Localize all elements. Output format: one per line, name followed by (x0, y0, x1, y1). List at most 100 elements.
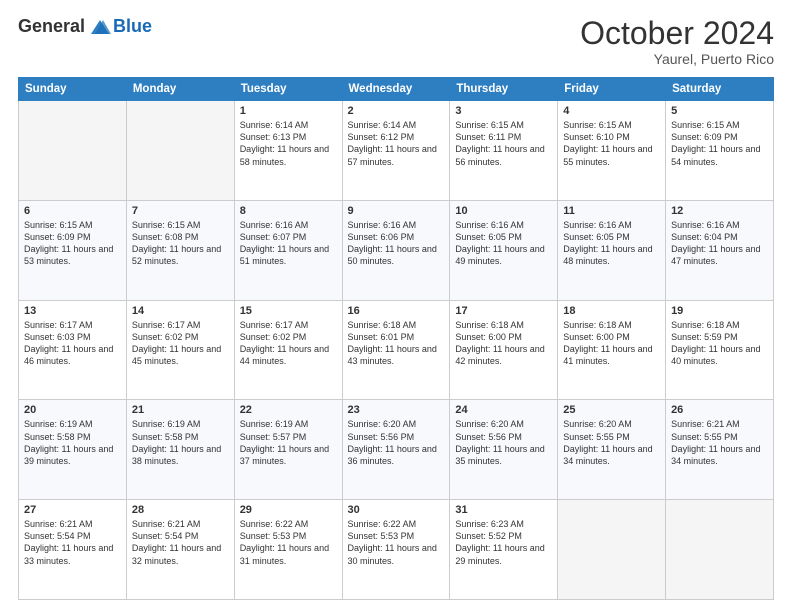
day-number: 18 (563, 305, 660, 317)
cell-sun-info: Sunrise: 6:15 AM Sunset: 6:09 PM Dayligh… (24, 219, 121, 268)
day-number: 11 (563, 205, 660, 217)
day-number: 6 (24, 205, 121, 217)
calendar-cell-0-3: 2 Sunrise: 6:14 AM Sunset: 6:12 PM Daylig… (342, 101, 450, 201)
col-monday: Monday (126, 78, 234, 101)
cell-sun-info: Sunrise: 6:16 AM Sunset: 6:05 PM Dayligh… (455, 219, 552, 268)
calendar-cell-1-1: 7Sunrise: 6:15 AM Sunset: 6:08 PM Daylig… (126, 200, 234, 300)
day-number: 9 (348, 205, 445, 217)
day-number: 22 (240, 404, 337, 416)
day-number: 23 (348, 404, 445, 416)
calendar-cell-1-3: 9 Sunrise: 6:16 AM Sunset: 6:06 PM Daylig… (342, 200, 450, 300)
cell-sun-info: Sunrise: 6:20 AM Sunset: 5:55 PM Dayligh… (563, 418, 660, 467)
logo-area: General Blue (18, 16, 152, 37)
calendar-cell-2-2: 15Sunrise: 6:17 AM Sunset: 6:02 PM Dayli… (234, 300, 342, 400)
day-number: 12 (671, 205, 768, 217)
calendar-cell-2-5: 18 Sunrise: 6:18 AM Sunset: 6:00 PM Dayli… (558, 300, 666, 400)
day-number: 1 (240, 105, 337, 117)
logo-blue: Blue (113, 16, 152, 37)
calendar-cell-0-2: 1 Sunrise: 6:14 AM Sunset: 6:13 PM Daylig… (234, 101, 342, 201)
day-number: 10 (455, 205, 552, 217)
day-number: 26 (671, 404, 768, 416)
calendar-cell-4-5 (558, 500, 666, 600)
day-number: 15 (240, 305, 337, 317)
cell-sun-info: Sunrise: 6:19 AM Sunset: 5:58 PM Dayligh… (132, 418, 229, 467)
col-saturday: Saturday (666, 78, 774, 101)
col-thursday: Thursday (450, 78, 558, 101)
day-number: 3 (455, 105, 552, 117)
header: General Blue October 2024 Yaurel, Puerto… (18, 16, 774, 67)
day-number: 25 (563, 404, 660, 416)
week-row-2: 6 Sunrise: 6:15 AM Sunset: 6:09 PM Daylig… (19, 200, 774, 300)
cell-sun-info: Sunrise: 6:14 AM Sunset: 6:13 PM Dayligh… (240, 119, 337, 168)
calendar-cell-2-1: 14Sunrise: 6:17 AM Sunset: 6:02 PM Dayli… (126, 300, 234, 400)
day-number: 19 (671, 305, 768, 317)
calendar-cell-3-2: 22 Sunrise: 6:19 AM Sunset: 5:57 PM Dayli… (234, 400, 342, 500)
cell-sun-info: Sunrise: 6:23 AM Sunset: 5:52 PM Dayligh… (455, 518, 552, 567)
logo-icon (89, 18, 111, 36)
day-number: 17 (455, 305, 552, 317)
cell-sun-info: Sunrise: 6:14 AM Sunset: 6:12 PM Dayligh… (348, 119, 445, 168)
calendar-cell-3-5: 25 Sunrise: 6:20 AM Sunset: 5:55 PM Dayli… (558, 400, 666, 500)
week-row-5: 27 Sunrise: 6:21 AM Sunset: 5:54 PM Dayli… (19, 500, 774, 600)
page: General Blue October 2024 Yaurel, Puerto… (0, 0, 792, 612)
cell-sun-info: Sunrise: 6:18 AM Sunset: 6:01 PM Dayligh… (348, 319, 445, 368)
cell-sun-info: Sunrise: 6:16 AM Sunset: 6:04 PM Dayligh… (671, 219, 768, 268)
calendar-cell-3-3: 23 Sunrise: 6:20 AM Sunset: 5:56 PM Dayli… (342, 400, 450, 500)
calendar-cell-3-1: 21 Sunrise: 6:19 AM Sunset: 5:58 PM Dayli… (126, 400, 234, 500)
calendar-cell-0-6: 5 Sunrise: 6:15 AM Sunset: 6:09 PM Daylig… (666, 101, 774, 201)
day-number: 27 (24, 504, 121, 516)
cell-sun-info: Sunrise: 6:17 AM Sunset: 6:02 PM Dayligh… (132, 319, 229, 368)
logo-general: General (18, 16, 85, 37)
calendar-cell-0-1 (126, 101, 234, 201)
cell-sun-info: Sunrise: 6:15 AM Sunset: 6:10 PM Dayligh… (563, 119, 660, 168)
calendar-cell-0-4: 3 Sunrise: 6:15 AM Sunset: 6:11 PM Daylig… (450, 101, 558, 201)
cell-sun-info: Sunrise: 6:16 AM Sunset: 6:07 PM Dayligh… (240, 219, 337, 268)
calendar-cell-3-6: 26Sunrise: 6:21 AM Sunset: 5:55 PM Dayli… (666, 400, 774, 500)
calendar-cell-4-3: 30 Sunrise: 6:22 AM Sunset: 5:53 PM Dayli… (342, 500, 450, 600)
day-number: 20 (24, 404, 121, 416)
week-row-1: 1 Sunrise: 6:14 AM Sunset: 6:13 PM Daylig… (19, 101, 774, 201)
day-number: 13 (24, 305, 121, 317)
cell-sun-info: Sunrise: 6:18 AM Sunset: 6:00 PM Dayligh… (563, 319, 660, 368)
calendar-cell-3-4: 24 Sunrise: 6:20 AM Sunset: 5:56 PM Dayli… (450, 400, 558, 500)
logo: General Blue (18, 16, 152, 37)
cell-sun-info: Sunrise: 6:16 AM Sunset: 6:06 PM Dayligh… (348, 219, 445, 268)
day-number: 24 (455, 404, 552, 416)
col-friday: Friday (558, 78, 666, 101)
day-number: 4 (563, 105, 660, 117)
day-number: 21 (132, 404, 229, 416)
cell-sun-info: Sunrise: 6:15 AM Sunset: 6:08 PM Dayligh… (132, 219, 229, 268)
cell-sun-info: Sunrise: 6:17 AM Sunset: 6:03 PM Dayligh… (24, 319, 121, 368)
calendar-cell-3-0: 20 Sunrise: 6:19 AM Sunset: 5:58 PM Dayli… (19, 400, 127, 500)
cell-sun-info: Sunrise: 6:19 AM Sunset: 5:58 PM Dayligh… (24, 418, 121, 467)
cell-sun-info: Sunrise: 6:22 AM Sunset: 5:53 PM Dayligh… (348, 518, 445, 567)
location-subtitle: Yaurel, Puerto Rico (580, 51, 774, 67)
col-wednesday: Wednesday (342, 78, 450, 101)
col-sunday: Sunday (19, 78, 127, 101)
cell-sun-info: Sunrise: 6:20 AM Sunset: 5:56 PM Dayligh… (455, 418, 552, 467)
calendar-cell-1-4: 10 Sunrise: 6:16 AM Sunset: 6:05 PM Dayli… (450, 200, 558, 300)
day-number: 5 (671, 105, 768, 117)
calendar-cell-0-5: 4 Sunrise: 6:15 AM Sunset: 6:10 PM Daylig… (558, 101, 666, 201)
cell-sun-info: Sunrise: 6:15 AM Sunset: 6:09 PM Dayligh… (671, 119, 768, 168)
calendar-cell-2-4: 17Sunrise: 6:18 AM Sunset: 6:00 PM Dayli… (450, 300, 558, 400)
cell-sun-info: Sunrise: 6:19 AM Sunset: 5:57 PM Dayligh… (240, 418, 337, 467)
cell-sun-info: Sunrise: 6:21 AM Sunset: 5:54 PM Dayligh… (24, 518, 121, 567)
day-number: 16 (348, 305, 445, 317)
calendar-cell-4-1: 28 Sunrise: 6:21 AM Sunset: 5:54 PM Dayli… (126, 500, 234, 600)
cell-sun-info: Sunrise: 6:15 AM Sunset: 6:11 PM Dayligh… (455, 119, 552, 168)
day-number: 28 (132, 504, 229, 516)
day-number: 2 (348, 105, 445, 117)
cell-sun-info: Sunrise: 6:16 AM Sunset: 6:05 PM Dayligh… (563, 219, 660, 268)
day-number: 31 (455, 504, 552, 516)
day-number: 8 (240, 205, 337, 217)
calendar-cell-2-6: 19Sunrise: 6:18 AM Sunset: 5:59 PM Dayli… (666, 300, 774, 400)
calendar-header-row: Sunday Monday Tuesday Wednesday Thursday… (19, 78, 774, 101)
calendar-cell-1-6: 12 Sunrise: 6:16 AM Sunset: 6:04 PM Dayli… (666, 200, 774, 300)
calendar-cell-4-6 (666, 500, 774, 600)
cell-sun-info: Sunrise: 6:20 AM Sunset: 5:56 PM Dayligh… (348, 418, 445, 467)
calendar-cell-1-2: 8 Sunrise: 6:16 AM Sunset: 6:07 PM Daylig… (234, 200, 342, 300)
day-number: 30 (348, 504, 445, 516)
cell-sun-info: Sunrise: 6:21 AM Sunset: 5:54 PM Dayligh… (132, 518, 229, 567)
calendar-table: Sunday Monday Tuesday Wednesday Thursday… (18, 77, 774, 600)
